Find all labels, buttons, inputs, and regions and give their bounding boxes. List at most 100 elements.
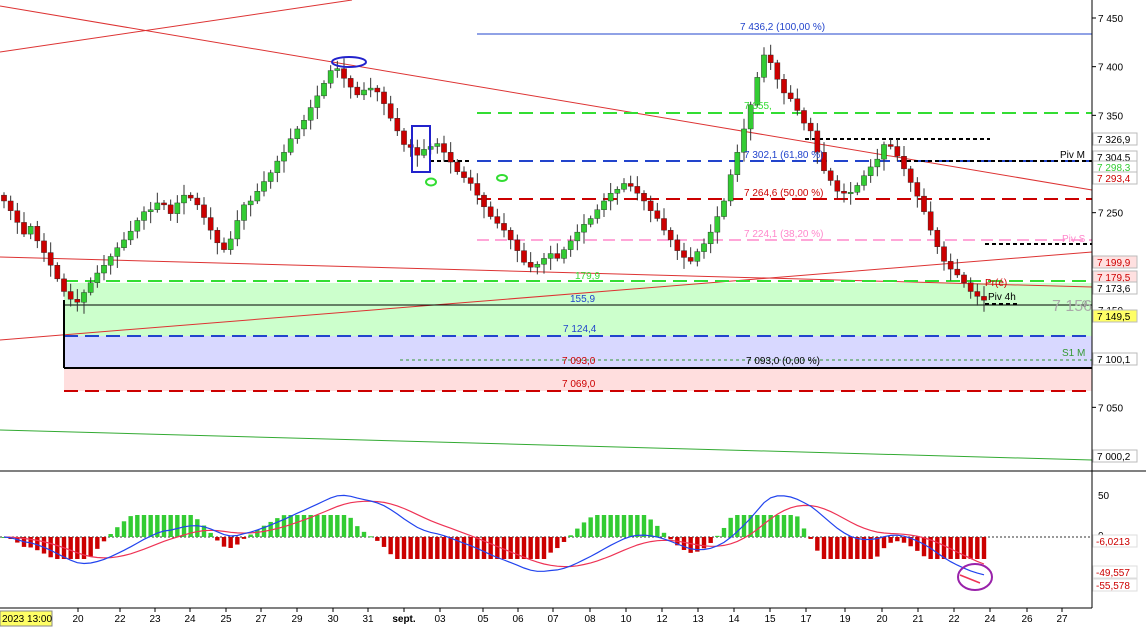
candle-body xyxy=(421,149,427,156)
macd-bar xyxy=(581,522,587,537)
macd-bar xyxy=(555,537,560,549)
macd-bar xyxy=(595,515,600,537)
candle-body xyxy=(181,194,187,204)
macd-bar xyxy=(615,515,620,537)
fib-762-label: 7 355, xyxy=(744,101,772,112)
fib-500-label: 7 264,6 (50,00 %) xyxy=(744,188,824,199)
time-tick-label: 24 xyxy=(184,614,196,625)
macd-bar xyxy=(401,537,407,559)
macd-bar xyxy=(315,515,320,537)
candle-body xyxy=(361,89,367,96)
candle-body xyxy=(614,189,621,194)
candle-body xyxy=(694,251,701,262)
macd-bar xyxy=(195,519,200,537)
candle-body xyxy=(141,211,147,221)
macd-bar xyxy=(775,515,780,537)
candle-body xyxy=(501,223,507,231)
candle-body xyxy=(661,218,667,231)
time-tick-label: 31 xyxy=(362,614,374,625)
macd-bar xyxy=(588,517,593,537)
candle-body xyxy=(907,168,914,183)
macd-bar xyxy=(161,515,167,537)
macd-bar xyxy=(835,537,840,559)
candle-body xyxy=(734,152,741,175)
time-tick-label: 08 xyxy=(584,614,596,625)
candle-body xyxy=(414,147,421,156)
fib-236-label: 179,9 xyxy=(575,271,600,282)
candle-body xyxy=(367,87,374,91)
macd-bar xyxy=(895,537,900,542)
candle-body xyxy=(167,204,174,214)
candle-body xyxy=(507,229,514,241)
candle-body xyxy=(234,220,241,240)
candle-body xyxy=(287,138,294,153)
candle-body xyxy=(87,282,94,293)
candle-body xyxy=(354,86,361,96)
macd-bar xyxy=(808,537,813,539)
candle-body xyxy=(601,200,607,210)
candle-body xyxy=(681,250,687,258)
candle-body xyxy=(267,172,274,182)
candle-body xyxy=(874,158,881,168)
candle-body xyxy=(67,291,74,300)
candle-body xyxy=(447,152,454,163)
price-tick-label: 7 450 xyxy=(1098,14,1123,25)
macd-bar xyxy=(801,528,807,537)
macd-bar xyxy=(408,537,413,559)
candle-body xyxy=(921,195,927,212)
candle-body xyxy=(887,144,894,147)
macd-bar xyxy=(68,537,73,559)
time-tick-label: 22 xyxy=(114,614,126,625)
candle-body xyxy=(341,68,347,79)
time-tick-label: 06 xyxy=(512,614,524,625)
candle-body xyxy=(314,95,321,108)
candle-body xyxy=(474,183,481,196)
candle-body xyxy=(561,249,567,259)
candle-body xyxy=(1,194,7,202)
macd-bar xyxy=(448,537,453,559)
candle-body xyxy=(207,217,214,231)
candle-body xyxy=(174,202,181,214)
macd-tick-50: 50 xyxy=(1098,491,1110,502)
candle-body xyxy=(881,144,887,160)
candle-body xyxy=(401,130,407,145)
fib-618-label: 7 302,1 (61,80 %) xyxy=(744,150,824,161)
candle-body xyxy=(721,200,727,217)
fib-382-label: 7 224,1 (38,20 %) xyxy=(744,229,824,240)
macd-bar xyxy=(128,516,133,537)
time-tick-label: 27 xyxy=(255,614,267,625)
macd-bar xyxy=(415,537,420,559)
red-2-label: 7 069,0 xyxy=(562,379,596,390)
candle-body xyxy=(707,231,714,245)
macd-bar xyxy=(101,537,107,542)
macd-bar xyxy=(541,537,547,559)
time-tick-label: sept. xyxy=(392,614,416,625)
macd-bar xyxy=(35,537,40,551)
macd-value-3: -55,578 xyxy=(1096,581,1130,592)
candle-body xyxy=(741,128,747,153)
macd-bar xyxy=(468,537,473,559)
macd-bar xyxy=(561,537,567,542)
candle-body xyxy=(961,274,967,283)
candle-body xyxy=(494,216,501,224)
candle-body xyxy=(101,265,107,274)
macd-bar xyxy=(75,537,80,559)
chart-canvas: 7 436,2 (100,00 %) 7 355, 7 302,1 (61,80… xyxy=(0,0,1146,628)
time-tick-label: 27 xyxy=(1056,614,1068,625)
candle-body xyxy=(794,98,801,111)
time-tick-label: 20 xyxy=(72,614,84,625)
macd-bar xyxy=(608,515,613,537)
candle-body xyxy=(301,119,307,130)
candle-body xyxy=(981,296,987,301)
time-tick-label: 29 xyxy=(291,614,303,625)
macd-bar xyxy=(968,537,973,559)
candle-body xyxy=(807,122,814,132)
macd-bar xyxy=(548,537,553,553)
candle-body xyxy=(374,87,381,93)
macd-bar xyxy=(728,517,733,537)
candle-body xyxy=(7,200,14,211)
macd-bar xyxy=(115,527,120,537)
time-axis-bg xyxy=(0,608,1146,628)
macd-bar xyxy=(755,515,760,537)
low-1-label: 155,9 xyxy=(570,294,595,305)
